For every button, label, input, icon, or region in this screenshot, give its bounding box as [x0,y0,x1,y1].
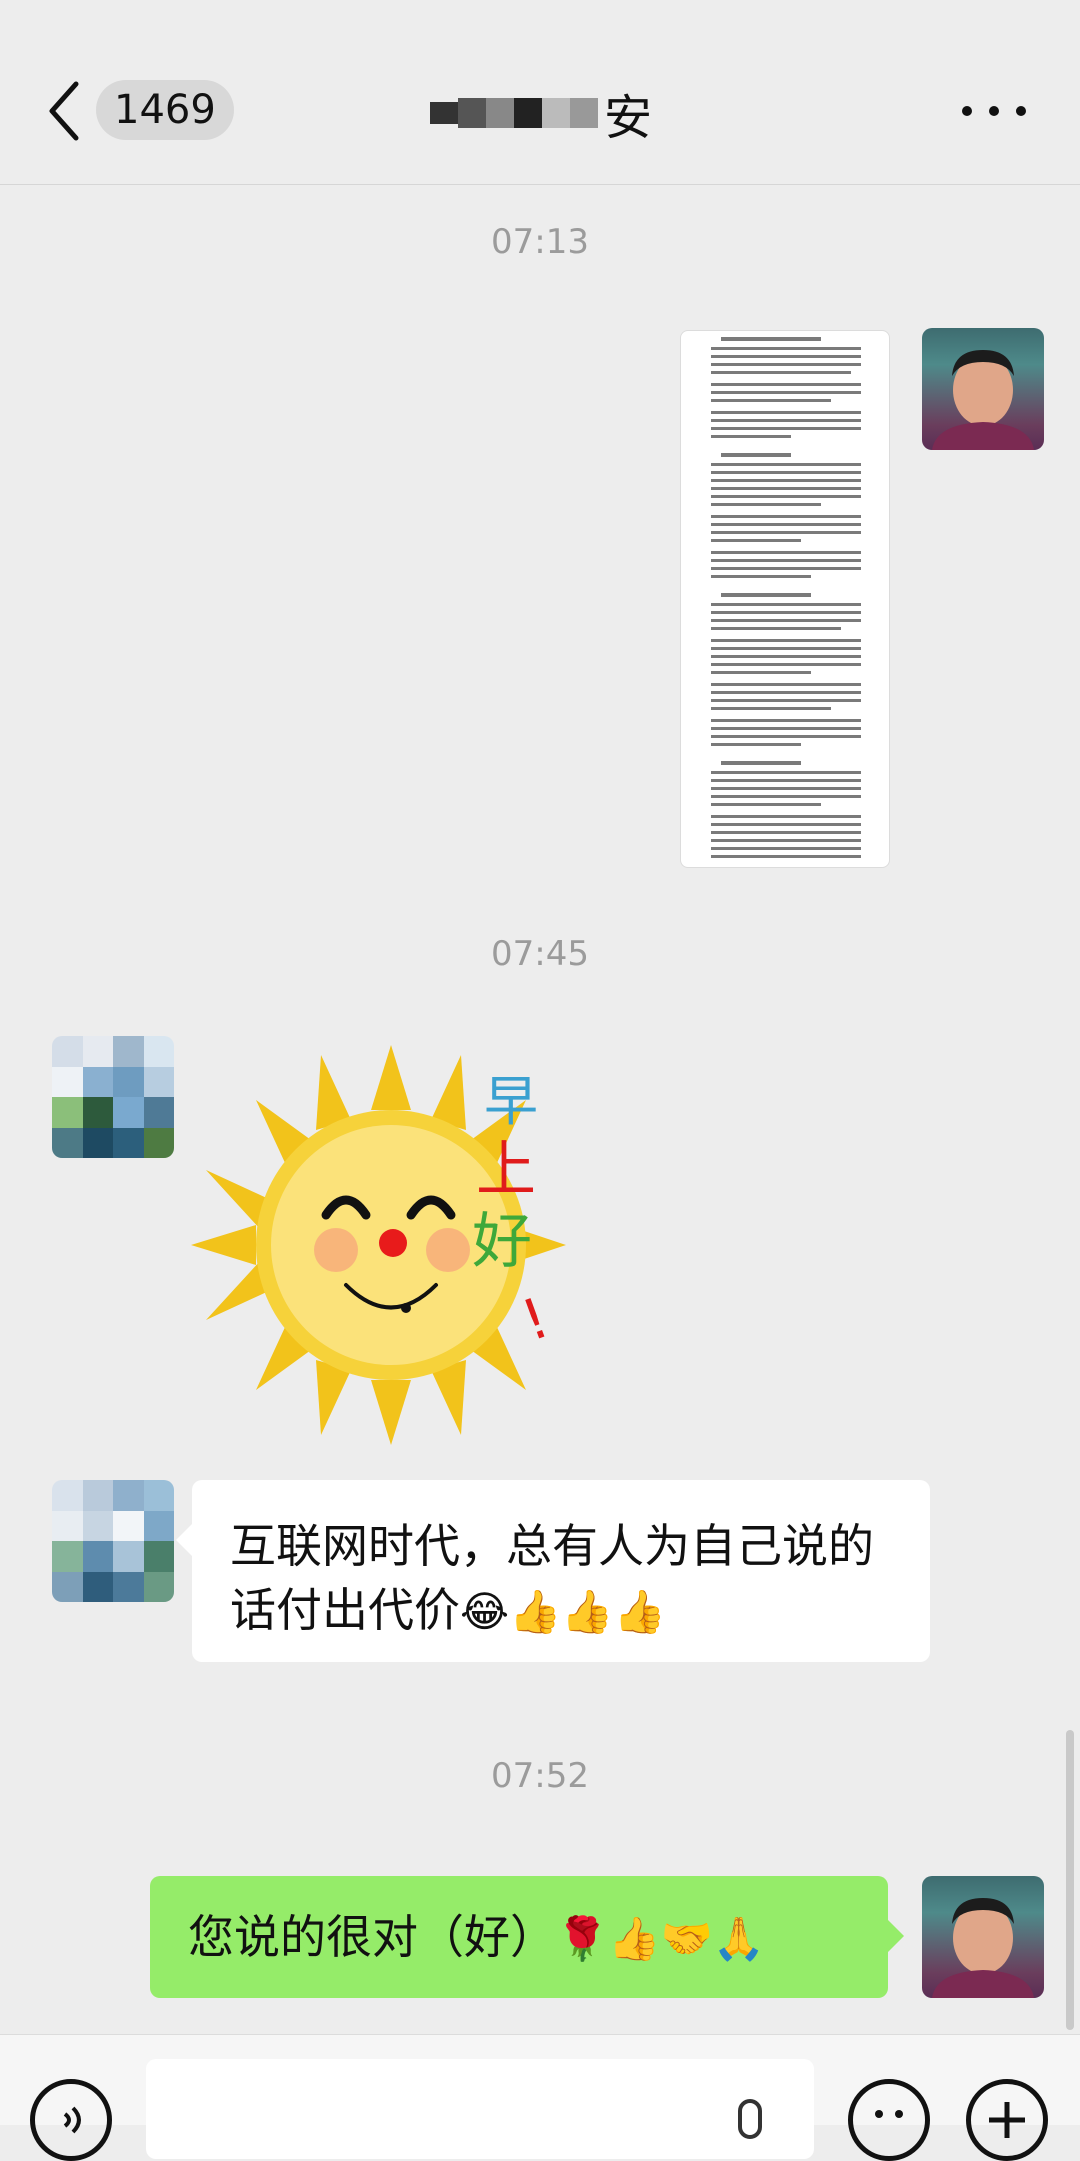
sticker-text-exclaim: ! [514,1286,557,1355]
sticker-text-zao: 早 [484,1070,538,1133]
blurred-name [430,85,598,141]
sticker-text-hao: 好 [472,1207,532,1277]
unread-count-badge[interactable]: 1469 [96,80,234,140]
input-bar [0,2034,1080,2161]
document-image-message[interactable] [680,330,890,868]
voice-icon[interactable] [30,2079,112,2161]
chat-title-area[interactable]: 安 [430,80,652,146]
self-avatar[interactable] [922,1876,1044,1998]
message-emojis: 😂👍👍👍 [460,1587,666,1636]
incoming-text-message[interactable]: 互联网时代，总有人为自己说的话付出代价😂👍👍👍 [176,1480,930,1662]
sticker-text-shang: 上 [476,1135,536,1205]
plus-icon[interactable] [966,2079,1048,2161]
chat-header: 1469 安 [0,0,1080,185]
message-emojis: 🌹👍🤝🙏 [556,1914,766,1963]
outgoing-text-message[interactable]: 您说的很对（好）🌹👍🤝🙏 [150,1876,904,1998]
good-morning-sun-sticker[interactable]: 早 上 好 ! [186,1040,596,1450]
back-icon[interactable] [44,78,84,144]
timestamp: 07:45 [491,934,589,974]
contact-avatar[interactable] [52,1480,174,1602]
emoji-icon[interactable] [848,2079,930,2161]
chat-title: 安 [604,90,653,146]
mic-icon[interactable] [738,2099,762,2139]
more-dots-icon[interactable] [962,96,1026,126]
self-avatar[interactable] [922,328,1044,450]
contact-avatar[interactable] [52,1036,174,1158]
message-input[interactable] [146,2059,814,2159]
message-text: 您说的很对（好） [188,1910,556,1964]
timestamp: 07:52 [491,1756,589,1796]
timestamp: 07:13 [491,222,589,262]
scrollbar[interactable] [1066,1730,1074,2030]
document-page-image [711,337,861,858]
